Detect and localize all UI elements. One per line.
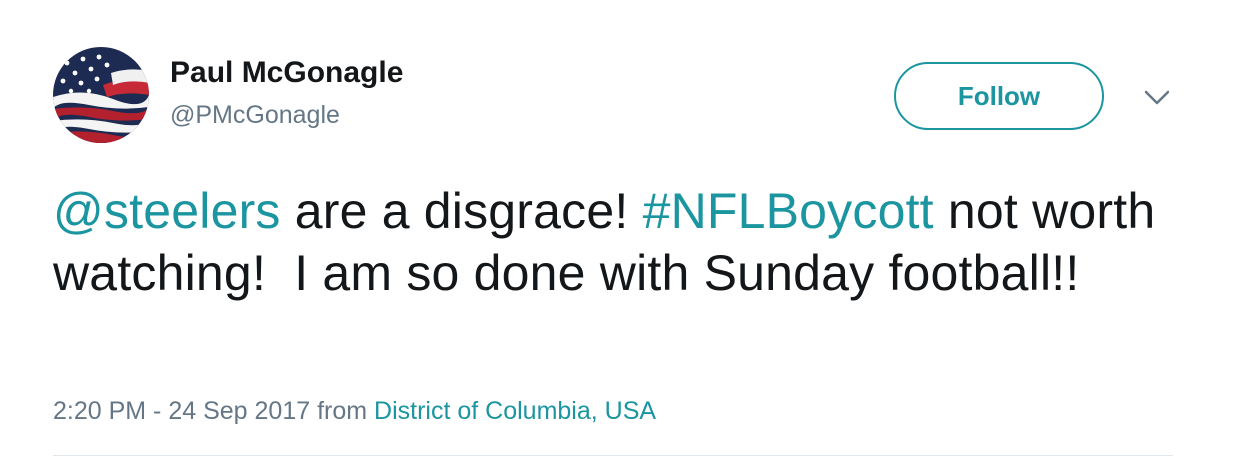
tweet-text-part: are a disgrace!	[280, 183, 643, 239]
display-name[interactable]: Paul McGonagle	[170, 56, 403, 90]
mention-link[interactable]: @steelers	[53, 183, 281, 239]
from-label: from	[310, 397, 375, 425]
user-handle[interactable]: @PMcGonagle	[170, 101, 340, 130]
follow-button[interactable]: Follow	[894, 62, 1104, 130]
divider	[53, 455, 1173, 456]
tweet-text: @steelers are a disgrace! #NFLBoycott no…	[53, 180, 1193, 304]
tweet-card: Paul McGonagle @PMcGonagle Follow @steel…	[0, 0, 1244, 458]
meta-separator: -	[146, 397, 169, 425]
tweet-date[interactable]: 24 Sep 2017	[168, 397, 310, 425]
chevron-down-icon[interactable]	[1142, 86, 1172, 110]
us-flag-avatar-image	[53, 47, 149, 143]
hashtag-link[interactable]: #NFLBoycott	[643, 183, 934, 239]
tweet-time[interactable]: 2:20 PM	[53, 397, 146, 425]
avatar[interactable]	[53, 47, 149, 143]
location-link[interactable]: District of Columbia, USA	[374, 397, 656, 425]
tweet-metadata: 2:20 PM - 24 Sep 2017 from District of C…	[53, 397, 656, 426]
